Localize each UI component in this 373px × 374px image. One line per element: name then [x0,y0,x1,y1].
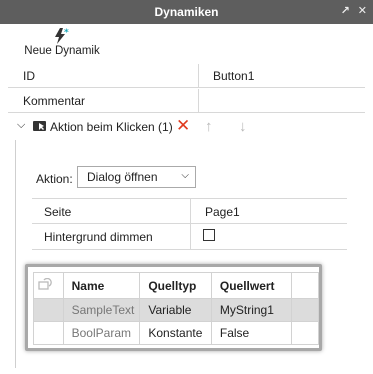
click-action-icon [33,121,46,131]
cell-type[interactable]: Variable [139,298,212,322]
lightning-plus-icon: * [55,28,69,44]
table-row[interactable]: SampleText Variable MyString1 [33,298,320,322]
link-parameter-icon [38,277,52,290]
cell-name: SampleText [62,298,141,322]
param-row-dim: Hintergrund dimmen [32,224,347,250]
property-value[interactable]: Button1 [198,64,365,88]
cell-empty [290,321,320,345]
arrow-down-icon[interactable]: ↓ [239,118,247,135]
header-corner [33,272,64,299]
toolbar: * Neue Dynamik [0,24,373,64]
svg-text:*: * [64,28,69,38]
column-header[interactable]: Name [62,272,141,299]
parameters-table-frame: Name Quelltyp Quellwert SampleText Varia… [25,264,322,351]
table-row[interactable]: BoolParam Konstante False [33,321,320,345]
aktion-label: Aktion: [36,172,73,186]
property-row-comment: Kommentar [8,89,365,113]
row-selector[interactable] [33,298,64,322]
parameters-table: Name Quelltyp Quellwert SampleText Varia… [33,272,320,345]
action-section-header[interactable]: ⌵ Aktion beim Klicken (1) ✕ ↑ ↓ [8,116,365,138]
cell-type[interactable]: Konstante [139,321,212,345]
window-controls: ↗ ✕ [341,4,367,17]
seite-value[interactable]: Page1 [190,199,347,225]
property-key: ID [23,69,35,83]
row-selector[interactable] [33,321,64,345]
chevron-down-icon[interactable]: ⌵ [17,119,25,132]
property-value[interactable] [198,89,365,113]
dim-checkbox[interactable] [203,229,215,241]
column-header[interactable]: Quelltyp [139,272,212,299]
arrow-up-icon[interactable]: ↑ [205,118,213,135]
popout-icon[interactable]: ↗ [341,4,350,17]
action-section-title: Aktion beim Klicken (1) [50,120,173,134]
chevron-down-icon: ⌵ [181,170,189,181]
dim-label: Hintergrund dimmen [44,230,153,244]
aktion-dropdown-value: Dialog öffnen [87,170,158,184]
window-titlebar: Dynamiken ↗ ✕ [0,0,373,24]
new-dynamic-label: Neue Dynamik [24,45,100,57]
column-header-empty [290,272,320,299]
table-header-row: Name Quelltyp Quellwert [33,272,320,299]
property-row-id: ID Button1 [8,64,365,88]
property-key: Kommentar [23,94,86,108]
cell-name: BoolParam [62,321,141,345]
column-header[interactable]: Quellwert [210,272,292,299]
seite-label: Seite [44,205,72,219]
dim-value-cell [190,224,347,250]
param-row-seite: Seite Page1 [32,198,347,225]
aktion-dropdown[interactable]: Dialog öffnen ⌵ [77,166,196,188]
delete-icon[interactable]: ✕ [176,116,190,136]
cell-value[interactable]: MyString1 [210,298,292,322]
new-dynamic-button[interactable]: * Neue Dynamik [22,28,102,62]
cell-value[interactable]: False [210,321,292,345]
window-title: Dynamiken [154,5,219,19]
cell-empty [290,298,320,322]
close-icon[interactable]: ✕ [358,4,367,17]
